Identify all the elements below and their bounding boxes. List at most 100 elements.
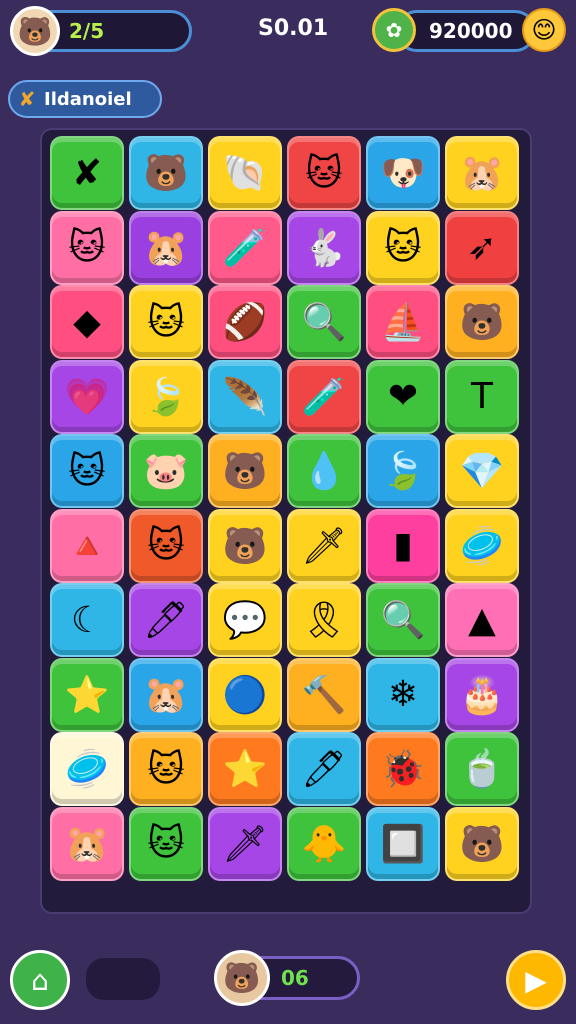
tile-icon: 🐹 <box>143 227 189 269</box>
tile-icon: T <box>471 376 493 417</box>
board-tile[interactable]: ❄ <box>366 657 440 732</box>
board-tile[interactable]: 🐱 <box>287 136 361 210</box>
tile-icon: 🐻 <box>143 153 189 194</box>
coin-badge-icon[interactable]: ✿ <box>372 8 416 52</box>
board-tile[interactable]: 🐇 <box>287 210 361 285</box>
board-tile[interactable]: 🐥 <box>287 806 361 881</box>
board-tile[interactable]: 💗 <box>50 359 124 434</box>
progress-text: 2/5 <box>69 19 105 43</box>
board-tile[interactable]: 🐱 <box>129 806 203 881</box>
board-tile[interactable]: 🐚 <box>208 136 282 210</box>
board-tile[interactable]: 💎 <box>445 434 519 508</box>
tile-icon: 🔺 <box>64 525 110 567</box>
smiley-icon: 😊 <box>531 16 557 44</box>
board-tile[interactable]: 🐞 <box>366 732 440 806</box>
board-tile[interactable]: ◆ <box>50 285 124 359</box>
board-tile[interactable]: ✘ <box>50 136 124 210</box>
cross-icon: ✘ <box>18 87 36 111</box>
tile-icon: 🖊 <box>143 600 189 641</box>
board-tile[interactable]: 🎗 <box>287 583 361 657</box>
board-tile[interactable]: T <box>445 359 519 434</box>
board-tile[interactable]: ⭐ <box>208 732 282 806</box>
board-tile[interactable]: 🍵 <box>445 732 519 806</box>
board-tile[interactable]: 🐻 <box>445 806 519 881</box>
board-tile[interactable]: 🪶 <box>208 359 282 434</box>
board-tile[interactable]: ☾ <box>50 583 124 657</box>
play-icon: ▶ <box>525 963 547 997</box>
board-tile[interactable]: 🧪 <box>287 359 361 434</box>
board-tile[interactable]: ▲ <box>445 583 519 657</box>
board-tile[interactable]: 🥏 <box>50 732 124 806</box>
board-tile[interactable]: 🔍 <box>366 583 440 657</box>
tile-icon: 🐹 <box>143 674 189 716</box>
bear-icon: 🐻 <box>17 14 53 48</box>
board-tile[interactable]: 🐷 <box>129 434 203 508</box>
board-tile[interactable]: 🐱 <box>366 210 440 285</box>
tile-icon: ⛵ <box>380 302 426 343</box>
board-tile[interactable]: 🖊 <box>129 583 203 657</box>
board-tile[interactable]: 💬 <box>208 583 282 657</box>
board-tile[interactable]: 🐻 <box>129 136 203 210</box>
board-tile[interactable]: 🐻 <box>208 434 282 508</box>
tile-icon: 🎗 <box>301 600 347 641</box>
board-tile[interactable]: 🖊 <box>287 732 361 806</box>
board-tile[interactable]: 🐹 <box>445 136 519 210</box>
board-tile[interactable]: 🔨 <box>287 657 361 732</box>
board-tile[interactable]: ❤ <box>366 359 440 434</box>
tile-icon: 🍵 <box>459 749 505 790</box>
board-tile[interactable]: 🐱 <box>129 285 203 359</box>
board-tile[interactable]: 🐹 <box>50 806 124 881</box>
board-tile[interactable]: ▮ <box>366 508 440 583</box>
level-name: Ildanoiel <box>44 88 132 110</box>
board-tile[interactable]: 🔲 <box>366 806 440 881</box>
coins-text: 920000 <box>429 19 513 43</box>
board-tile[interactable]: 🗡 <box>287 508 361 583</box>
player-avatar[interactable]: 🐻 <box>10 6 60 56</box>
board-tile[interactable]: ⛵ <box>366 285 440 359</box>
board-tile[interactable]: 🍃 <box>366 434 440 508</box>
tile-icon: 💗 <box>64 376 110 418</box>
tile-icon: 🐱 <box>147 301 185 343</box>
board-tile[interactable]: 🐻 <box>208 508 282 583</box>
tile-icon: 🐻 <box>459 302 505 343</box>
board-tile[interactable]: ➶ <box>445 210 519 285</box>
board-tile[interactable]: 🎂 <box>445 657 519 732</box>
board-tile[interactable]: 🔍 <box>287 285 361 359</box>
smiley-button[interactable]: 😊 <box>522 8 566 52</box>
board-tile[interactable]: 🐶 <box>366 136 440 210</box>
tile-icon: 🍃 <box>143 376 189 418</box>
board-tile[interactable]: 🔵 <box>208 657 282 732</box>
board-tile[interactable]: 🐱 <box>50 210 124 285</box>
board-tile[interactable]: 🐹 <box>129 657 203 732</box>
board-tile[interactable]: 🧪 <box>208 210 282 285</box>
tile-icon: 🐻 <box>222 451 268 492</box>
tile-icon: 🐱 <box>68 450 106 492</box>
tile-icon: 🐱 <box>147 525 185 566</box>
board-tile[interactable]: 🥏 <box>445 508 519 583</box>
board-tile[interactable]: 🐻 <box>445 285 519 359</box>
tile-icon: 🐱 <box>384 227 422 268</box>
board-tile[interactable]: 🔺 <box>50 508 124 583</box>
board-tile[interactable]: 💧 <box>287 434 361 508</box>
play-button[interactable]: ▶ <box>506 950 566 1010</box>
moves-avatar: 🐻 <box>214 950 270 1006</box>
tile-icon: 🐷 <box>143 451 189 492</box>
board-tile[interactable]: 🗡 <box>208 806 282 881</box>
tile-icon: 🏈 <box>222 302 268 343</box>
tile-icon: 🔲 <box>380 823 426 865</box>
home-button[interactable]: ⌂ <box>10 950 70 1010</box>
tile-icon: ▮ <box>393 525 413 566</box>
board-tile[interactable]: 🍃 <box>129 359 203 434</box>
board-tile[interactable]: 🐹 <box>129 210 203 285</box>
tile-icon: 🐶 <box>380 153 426 194</box>
tile-icon: 🐻 <box>222 525 268 567</box>
board-tile[interactable]: ⭐ <box>50 657 124 732</box>
board-tile[interactable]: 🐱 <box>129 508 203 583</box>
tile-icon: ⭐ <box>64 674 110 716</box>
board-tile[interactable]: 🐱 <box>50 434 124 508</box>
board-tile[interactable]: 🏈 <box>208 285 282 359</box>
level-label[interactable]: ✘ Ildanoiel <box>8 80 162 118</box>
tile-icon: 🐱 <box>68 227 106 268</box>
board-tile[interactable]: 🐱 <box>129 732 203 806</box>
tile-icon: 🐱 <box>147 748 185 790</box>
